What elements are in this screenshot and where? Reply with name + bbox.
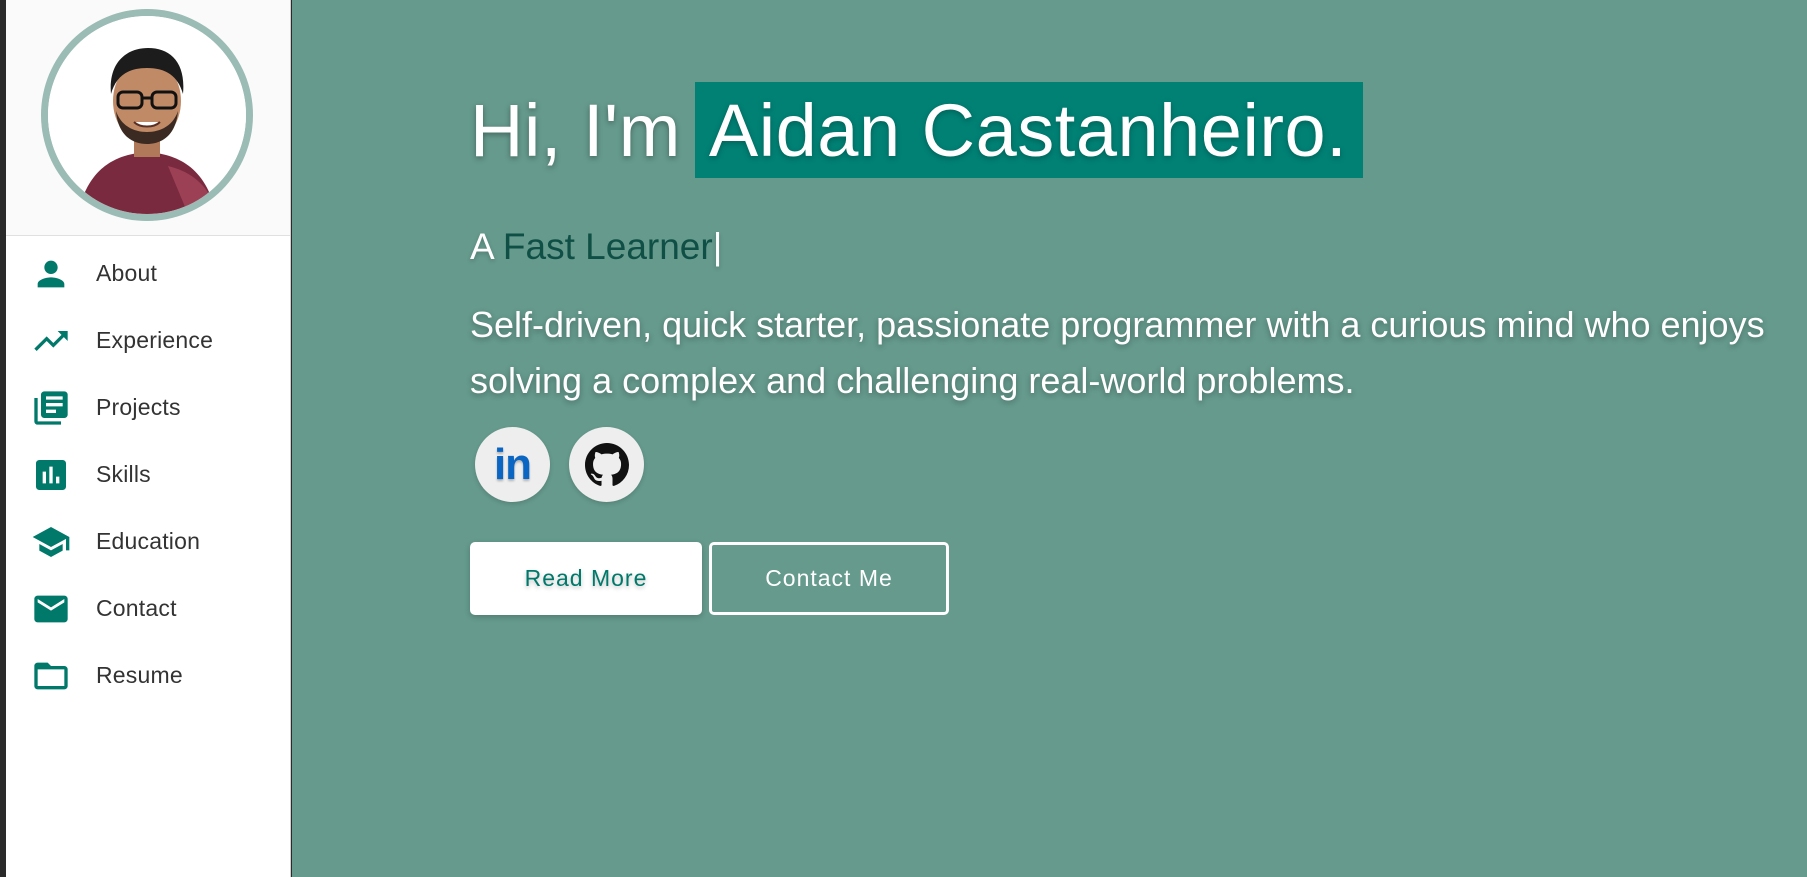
sidebar-item-resume[interactable]: Resume <box>6 642 290 709</box>
sidebar-item-label: Skills <box>96 461 151 487</box>
hero-greeting: Hi, I'm <box>470 88 681 172</box>
github-icon <box>584 442 629 486</box>
name-highlight: Aidan Castanheiro. <box>694 82 1364 178</box>
contact-me-button[interactable]: Contact Me <box>709 542 949 615</box>
sidebar-item-label: Resume <box>96 662 183 688</box>
social-links: in <box>475 427 644 502</box>
typing-cursor: | <box>712 226 723 267</box>
library-books-icon <box>30 387 72 429</box>
sidebar-item-skills[interactable]: Skills <box>6 441 290 508</box>
sidebar-item-label: About <box>96 260 158 286</box>
hero-name: Aidan Castanheiro. <box>708 88 1348 172</box>
subtitle-prefix: A <box>470 226 493 267</box>
graduation-cap-icon <box>30 521 72 563</box>
hero-headline: Hi, I'm Aidan Castanheiro. <box>470 82 1364 178</box>
hero-subtitle: A Fast Learner| <box>470 226 722 268</box>
hero-bio: Self-driven, quick starter, passionate p… <box>470 304 1765 401</box>
folder-icon <box>30 655 72 697</box>
github-button[interactable] <box>569 427 644 502</box>
sidebar-item-label: Education <box>96 528 201 554</box>
sidebar-item-about[interactable]: About <box>6 240 290 307</box>
avatar-ring <box>41 9 253 221</box>
read-more-button[interactable]: Read More <box>470 542 702 615</box>
sidebar-item-label: Experience <box>96 327 214 353</box>
linkedin-icon: in <box>493 439 532 489</box>
sidebar-item-label: Projects <box>96 394 181 420</box>
sidebar-item-label: Contact <box>96 595 177 621</box>
trending-up-icon <box>30 320 72 362</box>
avatar <box>48 16 246 214</box>
hero-section: Hi, I'm Aidan Castanheiro. A Fast Learne… <box>292 0 1807 877</box>
bar-chart-icon <box>30 454 72 496</box>
sidebar-item-experience[interactable]: Experience <box>6 307 290 374</box>
read-more-label: Read More <box>524 565 648 591</box>
person-icon <box>30 253 72 295</box>
hero-actions: Read More Contact Me <box>470 542 949 615</box>
mail-icon <box>30 588 72 630</box>
sidebar-item-education[interactable]: Education <box>6 508 290 575</box>
avatar-illustration <box>48 16 246 214</box>
typed-text: Fast Learner <box>502 226 713 267</box>
sidebar: About Experience Projects Skills Educati… <box>6 0 291 877</box>
sidebar-item-projects[interactable]: Projects <box>6 374 290 441</box>
sidebar-nav: About Experience Projects Skills Educati… <box>6 236 290 709</box>
linkedin-button[interactable]: in <box>475 427 550 502</box>
profile-section <box>6 0 290 236</box>
sidebar-item-contact[interactable]: Contact <box>6 575 290 642</box>
contact-me-label: Contact Me <box>765 565 893 591</box>
